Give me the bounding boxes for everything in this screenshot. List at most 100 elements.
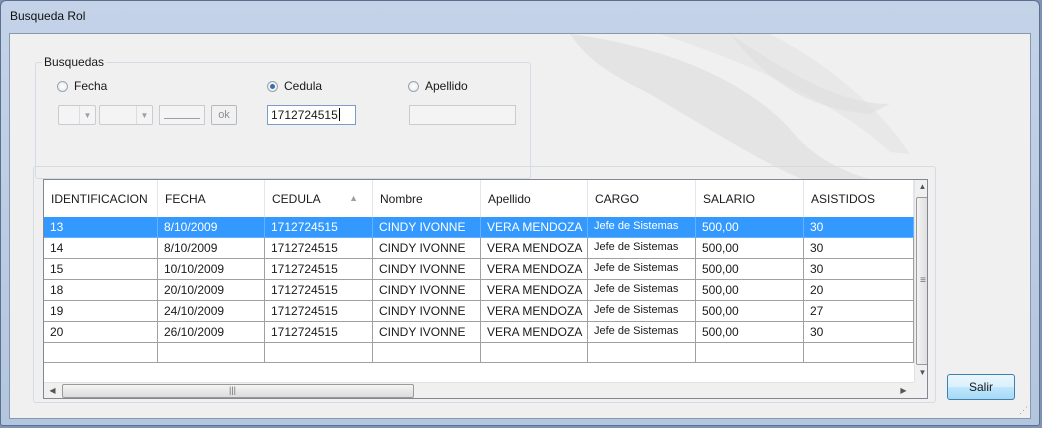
cell-identificacion[interactable]: 19 [44, 301, 158, 322]
ok-button[interactable]: ok [211, 105, 237, 125]
cell-asistidos[interactable]: 30 [804, 259, 914, 280]
cell-fecha[interactable]: 20/10/2009 [158, 280, 265, 301]
column-header-salario[interactable]: SALARIO [696, 180, 804, 217]
vertical-scroll-thumb[interactable]: ≡ [916, 197, 927, 365]
title-bar[interactable]: Busqueda Rol [1, 1, 1039, 32]
cell-asistidos[interactable]: 30 [804, 238, 914, 259]
empty-cell[interactable] [158, 343, 265, 363]
cell-cedula[interactable]: 1712724515 [265, 322, 373, 343]
cell-salario[interactable]: 500,00 [696, 238, 804, 259]
cell-fecha[interactable]: 26/10/2009 [158, 322, 265, 343]
cell-apellido[interactable]: VERA MENDOZA [481, 322, 588, 343]
table-row[interactable]: 15 10/10/2009 1712724515 CINDY IVONNE VE… [44, 259, 914, 280]
vertical-scrollbar[interactable]: ▲ ≡ ▼ [914, 180, 927, 382]
fecha-radio-label: Fecha [74, 79, 108, 93]
radio-button-icon [57, 80, 68, 92]
cell-asistidos[interactable]: 20 [804, 280, 914, 301]
empty-cell[interactable] [804, 343, 914, 363]
cell-fecha[interactable]: 8/10/2009 [158, 238, 265, 259]
column-header-asistidos[interactable]: ASISTIDOS [804, 180, 914, 217]
cell-salario[interactable]: 500,00 [696, 259, 804, 280]
apellido-radio[interactable]: Apellido [408, 79, 468, 93]
column-header-label: SALARIO [703, 192, 756, 206]
column-header-cedula[interactable]: CEDULA ▲ [265, 180, 373, 217]
empty-cell[interactable] [696, 343, 804, 363]
apellido-input[interactable] [409, 105, 516, 125]
cell-nombre[interactable]: CINDY IVONNE [373, 301, 481, 322]
column-header-identificacion[interactable]: IDENTIFICACION [44, 180, 158, 217]
cell-nombre[interactable]: CINDY IVONNE [373, 238, 481, 259]
column-header-label: Nombre [380, 192, 423, 206]
cell-cargo[interactable]: Jefe de Sistemas [588, 322, 696, 343]
busquedas-group: Busquedas Fecha Cedula Apellido ▼ ▼ ok 1… [35, 55, 531, 179]
cell-cargo[interactable]: Jefe de Sistemas [588, 280, 696, 301]
scroll-left-arrow-icon[interactable]: ◀ [45, 386, 60, 395]
apellido-radio-label: Apellido [425, 79, 468, 93]
cell-asistidos[interactable]: 30 [804, 217, 914, 238]
cell-salario[interactable]: 500,00 [696, 217, 804, 238]
table-row[interactable]: 14 8/10/2009 1712724515 CINDY IVONNE VER… [44, 238, 914, 259]
cell-salario[interactable]: 500,00 [696, 280, 804, 301]
cell-nombre[interactable]: CINDY IVONNE [373, 322, 481, 343]
column-header-apellido[interactable]: Apellido [481, 180, 588, 217]
cell-identificacion[interactable]: 14 [44, 238, 158, 259]
cell-fecha[interactable]: 24/10/2009 [158, 301, 265, 322]
day-dropdown[interactable]: ▼ [58, 105, 96, 125]
cell-apellido[interactable]: VERA MENDOZA [481, 217, 588, 238]
cell-nombre[interactable]: CINDY IVONNE [373, 280, 481, 301]
cell-fecha[interactable]: 8/10/2009 [158, 217, 265, 238]
empty-cell[interactable] [44, 343, 158, 363]
cell-cargo[interactable]: Jefe de Sistemas [588, 301, 696, 322]
empty-cell[interactable] [588, 343, 696, 363]
scroll-down-arrow-icon[interactable]: ▼ [915, 368, 927, 377]
cell-cedula[interactable]: 1712724515 [265, 259, 373, 280]
cell-salario[interactable]: 500,00 [696, 322, 804, 343]
fecha-radio[interactable]: Fecha [57, 79, 107, 93]
salir-button[interactable]: Salir [947, 374, 1015, 400]
scroll-up-arrow-icon[interactable]: ▲ [915, 182, 927, 191]
cell-cedula[interactable]: 1712724515 [265, 238, 373, 259]
resize-grip-icon[interactable]: ⋰ [1019, 405, 1028, 416]
cell-apellido[interactable]: VERA MENDOZA [481, 238, 588, 259]
cell-cargo[interactable]: Jefe de Sistemas [588, 217, 696, 238]
table-row[interactable]: 13 8/10/2009 1712724515 CINDY IVONNE VER… [44, 217, 914, 238]
year-field[interactable] [159, 105, 205, 125]
cell-identificacion[interactable]: 13 [44, 217, 158, 238]
column-header-nombre[interactable]: Nombre [373, 180, 481, 217]
column-header-fecha[interactable]: FECHA [158, 180, 265, 217]
horizontal-scrollbar[interactable]: ◀ ||| ▶ [44, 382, 914, 398]
cell-nombre[interactable]: CINDY IVONNE [373, 259, 481, 280]
cell-fecha[interactable]: 10/10/2009 [158, 259, 265, 280]
cedula-input[interactable]: 1712724515 [267, 105, 356, 125]
cell-cargo[interactable]: Jefe de Sistemas [588, 259, 696, 280]
column-header-label: Apellido [488, 192, 531, 206]
empty-cell[interactable] [265, 343, 373, 363]
cell-nombre[interactable]: CINDY IVONNE [373, 217, 481, 238]
empty-cell[interactable] [481, 343, 588, 363]
cell-asistidos[interactable]: 27 [804, 301, 914, 322]
table-row[interactable]: 18 20/10/2009 1712724515 CINDY IVONNE VE… [44, 280, 914, 301]
cedula-radio[interactable]: Cedula [267, 79, 322, 93]
month-dropdown[interactable]: ▼ [99, 105, 153, 125]
cell-identificacion[interactable]: 20 [44, 322, 158, 343]
results-grid[interactable]: IDENTIFICACION FECHA CEDULA ▲ Nombre Apel… [43, 179, 928, 399]
empty-cell[interactable] [373, 343, 481, 363]
horizontal-scroll-thumb[interactable]: ||| [62, 384, 414, 398]
cell-asistidos[interactable]: 30 [804, 322, 914, 343]
cell-identificacion[interactable]: 18 [44, 280, 158, 301]
cell-cargo[interactable]: Jefe de Sistemas [588, 238, 696, 259]
column-header-cargo[interactable]: CARGO [588, 180, 696, 217]
cell-cedula[interactable]: 1712724515 [265, 301, 373, 322]
cell-apellido[interactable]: VERA MENDOZA [481, 280, 588, 301]
table-row[interactable]: 19 24/10/2009 1712724515 CINDY IVONNE VE… [44, 301, 914, 322]
cell-salario[interactable]: 500,00 [696, 301, 804, 322]
cell-cedula[interactable]: 1712724515 [265, 217, 373, 238]
window-title: Busqueda Rol [10, 9, 86, 23]
new-row[interactable] [44, 343, 914, 364]
table-row[interactable]: 20 26/10/2009 1712724515 CINDY IVONNE VE… [44, 322, 914, 343]
cell-apellido[interactable]: VERA MENDOZA [481, 301, 588, 322]
scroll-right-arrow-icon[interactable]: ▶ [896, 386, 911, 395]
cell-identificacion[interactable]: 15 [44, 259, 158, 280]
cell-cedula[interactable]: 1712724515 [265, 280, 373, 301]
cell-apellido[interactable]: VERA MENDOZA [481, 259, 588, 280]
